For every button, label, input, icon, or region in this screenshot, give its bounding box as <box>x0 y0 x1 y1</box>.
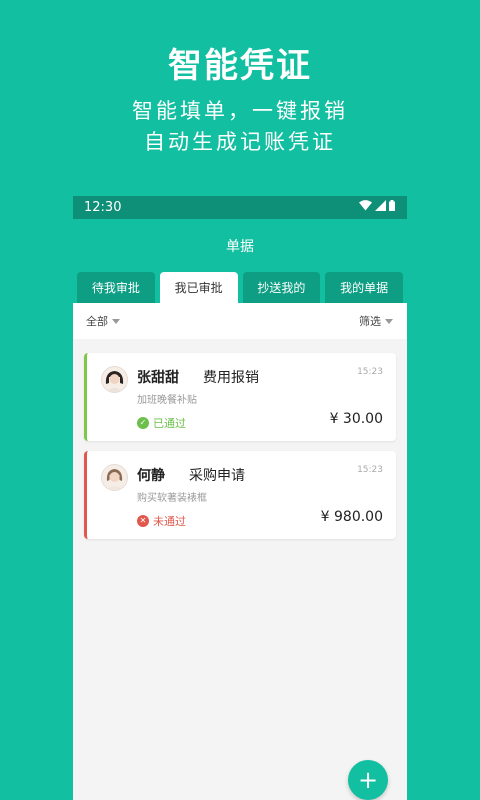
document-amount: ¥ 30.00 <box>329 411 383 427</box>
tab-my-documents[interactable]: 我的单据 <box>325 272 403 303</box>
applicant-name: 何静 <box>137 468 165 484</box>
status-icons <box>359 200 395 215</box>
status-label: 已通过 <box>153 417 186 430</box>
document-time: 15:23 <box>357 367 383 377</box>
document-list: 张甜甜 费用报销 15:23 加班晚餐补贴 ✓ 已通过 ¥ 30.00 何静 采… <box>73 339 407 539</box>
applicant-name: 张甜甜 <box>137 370 179 386</box>
status-badge: ✕ 未通过 <box>137 513 186 529</box>
document-type: 费用报销 <box>203 370 259 386</box>
add-document-button[interactable]: + <box>348 760 388 800</box>
close-icon: ✕ <box>137 515 149 527</box>
list-item[interactable]: 张甜甜 费用报销 15:23 加班晚餐补贴 ✓ 已通过 ¥ 30.00 <box>84 353 396 441</box>
tab-label: 我已审批 <box>174 281 223 295</box>
document-time: 15:23 <box>357 465 383 475</box>
status-time: 12:30 <box>84 200 122 215</box>
phone-screen: 12:30 单据 待我审批 我已审批 抄送我的 我的单据 全部 筛选 张甜甜 费… <box>73 196 407 800</box>
promo-subtitle-line1: 智能填单，一键报销 <box>132 99 348 123</box>
check-icon: ✓ <box>137 417 149 429</box>
document-type: 采购申请 <box>189 468 245 484</box>
caret-down-icon <box>112 318 120 324</box>
tab-cc-to-me[interactable]: 抄送我的 <box>242 272 321 303</box>
status-label: 未通过 <box>153 515 186 528</box>
avatar <box>101 366 128 393</box>
promo-title: 智能凭证 <box>168 46 312 86</box>
status-badge: ✓ 已通过 <box>137 415 186 431</box>
status-bar: 12:30 <box>73 196 407 219</box>
filter-dropdown[interactable]: 筛选 <box>359 313 393 329</box>
caret-down-icon <box>385 318 393 324</box>
page-title: 单据 <box>226 238 254 255</box>
tab-label: 抄送我的 <box>257 281 306 295</box>
scope-label: 全部 <box>86 315 108 328</box>
battery-icon <box>389 200 395 215</box>
document-description: 加班晚餐补贴 <box>137 395 197 406</box>
document-amount: ¥ 980.00 <box>320 509 383 525</box>
list-item[interactable]: 何静 采购申请 15:23 购买软著装裱框 ✕ 未通过 ¥ 980.00 <box>84 451 396 539</box>
plus-icon: + <box>357 766 379 794</box>
wifi-icon <box>359 200 372 215</box>
tab-label: 我的单据 <box>340 281 389 295</box>
scope-dropdown[interactable]: 全部 <box>86 313 120 329</box>
tab-bar: 待我审批 我已审批 抄送我的 我的单据 <box>73 272 407 303</box>
signal-icon <box>375 200 386 215</box>
tab-pending-approval[interactable]: 待我审批 <box>77 272 155 303</box>
promo-subtitle-line2: 自动生成记账凭证 <box>144 130 336 154</box>
document-description: 购买软著装裱框 <box>137 493 207 504</box>
avatar <box>101 464 128 491</box>
filter-label: 筛选 <box>359 315 381 328</box>
tab-approved-by-me[interactable]: 我已审批 <box>159 272 238 303</box>
filter-bar: 全部 筛选 <box>73 303 407 339</box>
tab-label: 待我审批 <box>91 281 140 295</box>
app-bar: 单据 <box>73 219 407 272</box>
